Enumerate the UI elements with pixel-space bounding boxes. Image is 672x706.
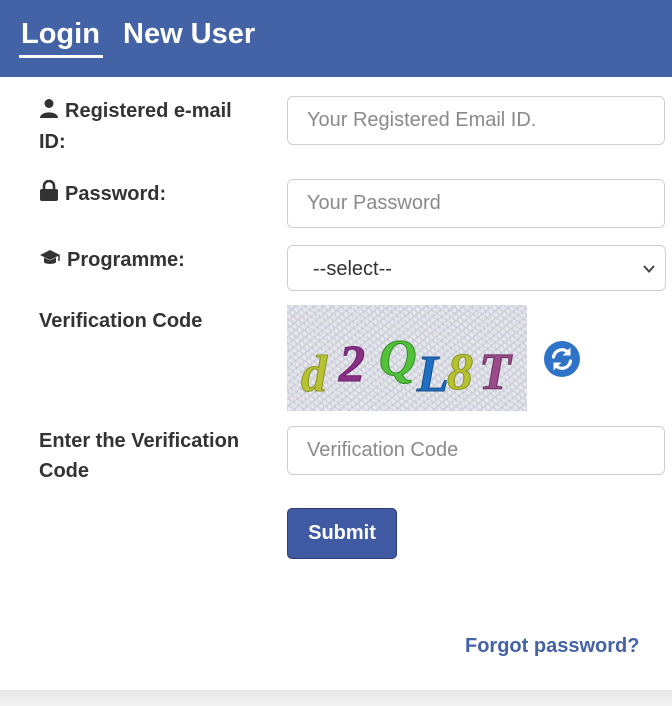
captcha-char: T <box>479 344 513 401</box>
captcha-char: 2 <box>338 336 365 393</box>
refresh-icon <box>543 341 581 382</box>
password-label: Password: <box>39 179 166 210</box>
chevron-down-icon <box>641 260 657 283</box>
graduation-cap-icon <box>39 246 61 276</box>
programme-select[interactable]: --select-- <box>287 245 666 291</box>
programme-label: Programme: <box>39 245 185 276</box>
verification-label: Verification Code <box>39 310 203 332</box>
captcha-char: 8 <box>447 344 473 401</box>
active-tab-indicator <box>19 55 103 58</box>
tab-new-user[interactable]: New User <box>123 14 255 54</box>
verification-code-field[interactable] <box>287 426 665 475</box>
password-label-text: Password: <box>65 183 167 205</box>
enter-verification-label: Enter the Verification Code <box>39 430 240 482</box>
programme-selected-value: --select-- <box>313 258 392 280</box>
captcha-char: Q <box>379 330 417 387</box>
captcha-char: L <box>416 346 449 403</box>
forgot-password-link[interactable]: Forgot password? <box>465 632 639 660</box>
bottom-divider <box>0 690 672 706</box>
refresh-captcha-button[interactable] <box>543 340 581 378</box>
captcha-char: d <box>301 346 328 403</box>
email-label-text: Registered e-mail ID: <box>39 100 232 153</box>
email-field[interactable] <box>287 96 665 145</box>
lock-icon <box>39 179 59 210</box>
user-icon <box>39 97 59 127</box>
captcha-image: d 2 Q L 8 T <box>287 305 527 411</box>
tab-login[interactable]: Login <box>21 14 100 54</box>
programme-label-text: Programme: <box>67 249 185 271</box>
submit-button[interactable]: Submit <box>287 508 397 559</box>
password-field[interactable] <box>287 179 665 228</box>
email-label: Registered e-mail ID: <box>39 96 254 157</box>
header-bar: Login New User <box>0 0 672 77</box>
